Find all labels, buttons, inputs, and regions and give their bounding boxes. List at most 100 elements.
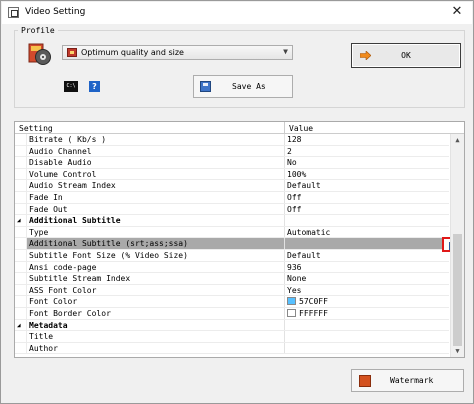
grid-row[interactable]: Font Border Color FFFFFF	[15, 307, 449, 320]
grid-row[interactable]: Title	[15, 331, 449, 343]
setting-value[interactable]: Default	[287, 251, 321, 260]
collapse-icon[interactable]: ◢	[17, 217, 21, 224]
setting-value[interactable]: FFFFFF	[287, 308, 328, 318]
column-divider	[284, 284, 285, 296]
setting-name: Additional Subtitle (srt;ass;ssa)	[29, 239, 188, 249]
grid-category-row[interactable]: ◢ Additional Subtitle	[15, 215, 449, 227]
setting-value[interactable]: 57C0FF	[287, 297, 328, 306]
setting-name: Fade In	[29, 192, 63, 202]
grid-row[interactable]: Type Automatic	[15, 226, 449, 239]
scroll-down-icon[interactable]: ▼	[451, 345, 464, 357]
setting-value-text: Off	[287, 204, 302, 214]
row-gutter	[15, 331, 27, 342]
row-gutter	[15, 307, 27, 319]
scroll-thumb[interactable]	[453, 234, 462, 346]
row-gutter	[15, 238, 27, 249]
setting-name: Subtitle Stream Index	[29, 274, 131, 284]
row-gutter	[15, 134, 27, 145]
header-divider[interactable]	[284, 122, 285, 134]
column-divider	[284, 296, 285, 307]
app-icon	[8, 7, 19, 18]
collapse-icon[interactable]: ◢	[17, 322, 21, 329]
profile-select-value: Optimum quality and size	[81, 48, 184, 57]
setting-value-text: Off	[287, 192, 302, 202]
setting-name: Title	[29, 332, 54, 342]
column-divider	[284, 203, 285, 215]
column-divider	[284, 215, 285, 226]
settings-grid: Setting Value Bitrate ( Kb/s ) 128 Audio C…	[14, 121, 465, 358]
grid-header: Setting Value	[15, 122, 464, 134]
setting-name: Additional Subtitle	[29, 216, 121, 226]
row-gutter	[15, 249, 27, 261]
help-icon[interactable]: ?	[89, 81, 100, 92]
grid-row[interactable]: Audio Stream Index Default	[15, 180, 449, 192]
setting-name: Disable Audio	[29, 158, 92, 168]
grid-row[interactable]: ASS Font Color Yes	[15, 284, 449, 297]
save-as-label: Save As	[232, 82, 266, 91]
grid-row[interactable]: Additional Subtitle (srt;ass;ssa)	[15, 238, 449, 250]
grid-scrollbar[interactable]: ▲ ▼	[450, 134, 464, 357]
setting-value[interactable]: No	[287, 158, 297, 167]
close-button[interactable]: ✕	[448, 4, 466, 20]
video-setting-window: Video Setting ✕ Profile Optimum quality …	[0, 0, 474, 404]
grid-row[interactable]: Subtitle Stream Index None	[15, 273, 449, 285]
profile-icon	[28, 43, 51, 65]
grid-row[interactable]: Fade In Off	[15, 191, 449, 204]
window-title: Video Setting	[25, 7, 86, 17]
column-divider	[284, 226, 285, 238]
setting-name: Bitrate ( Kb/s )	[29, 135, 107, 144]
grid-rows: Bitrate ( Kb/s ) 128 Audio Channel 2 Disable…	[15, 134, 449, 355]
ok-button[interactable]: OK	[351, 43, 461, 68]
ok-button-label: OK	[401, 51, 411, 60]
column-divider	[284, 249, 285, 261]
profile-select[interactable]: Optimum quality and size ▼	[62, 45, 293, 60]
grid-row[interactable]: Author	[15, 342, 449, 355]
grid-row[interactable]: Disable Audio No	[15, 157, 449, 169]
setting-value[interactable]: 100%	[287, 170, 306, 179]
grid-category-row[interactable]: ◢ Metadata	[15, 319, 449, 332]
header-setting: Setting	[19, 124, 53, 133]
setting-name: Audio Stream Index	[29, 181, 116, 191]
setting-name: Subtitle Font Size (% Video Size)	[29, 250, 188, 260]
film-icon	[67, 48, 77, 57]
setting-value-text: No	[287, 158, 297, 168]
command-line-icon[interactable]: C:\	[64, 81, 78, 92]
setting-value[interactable]: Default	[287, 181, 321, 190]
row-gutter	[15, 180, 27, 191]
row-gutter	[15, 168, 27, 180]
grid-row[interactable]: Bitrate ( Kb/s ) 128	[15, 134, 449, 146]
grid-row[interactable]: Audio Channel 2	[15, 145, 449, 158]
grid-row[interactable]: Font Color 57C0FF	[15, 296, 449, 308]
setting-value-text: Yes	[287, 285, 302, 295]
setting-value[interactable]: Yes	[287, 286, 301, 295]
setting-value[interactable]: 128	[287, 135, 301, 144]
column-divider	[284, 145, 285, 157]
column-divider	[284, 157, 285, 168]
scroll-up-icon[interactable]: ▲	[451, 134, 464, 146]
grid-row[interactable]: Volume Control 100%	[15, 168, 449, 181]
watermark-button[interactable]: Watermark	[351, 369, 464, 392]
column-divider	[284, 331, 285, 342]
header-value: Value	[289, 124, 314, 133]
row-gutter	[15, 191, 27, 203]
grid-row[interactable]: Subtitle Font Size (% Video Size) Default	[15, 249, 449, 262]
setting-name: Audio Channel	[29, 146, 92, 156]
floppy-disk-icon	[200, 81, 211, 92]
title-bar: Video Setting ✕	[2, 2, 472, 24]
setting-value[interactable]: Automatic	[287, 228, 330, 237]
setting-value-text: 128	[287, 135, 302, 144]
grid-row[interactable]: Fade Out Off	[15, 203, 449, 216]
setting-value[interactable]: 936	[287, 263, 301, 272]
setting-value[interactable]: Off	[287, 205, 301, 214]
setting-value[interactable]: 2	[287, 147, 292, 156]
row-gutter	[15, 273, 27, 284]
column-divider	[284, 273, 285, 284]
setting-value-text: FFFFFF	[299, 308, 328, 318]
setting-value[interactable]: Off	[287, 193, 301, 202]
setting-value[interactable]: None	[287, 274, 306, 283]
color-swatch[interactable]	[287, 297, 296, 306]
grid-row[interactable]: Ansi code-page 936	[15, 261, 449, 274]
save-as-button[interactable]: Save As	[193, 75, 293, 98]
color-swatch[interactable]	[287, 308, 296, 317]
profile-group: Profile Optimum quality and size ▼ OK C:…	[14, 26, 465, 108]
